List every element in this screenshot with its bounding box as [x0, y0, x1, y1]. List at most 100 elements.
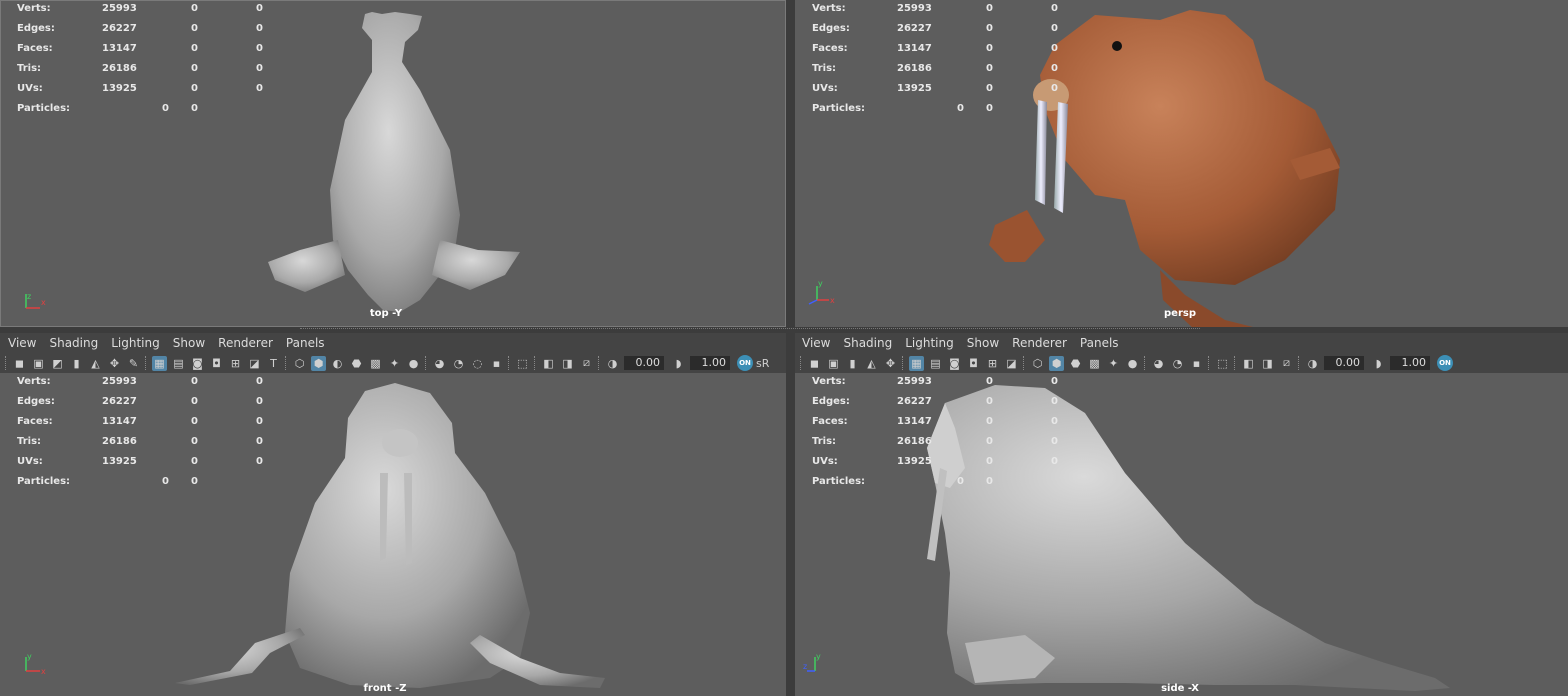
gate-mask-icon[interactable]: ◘	[209, 356, 224, 371]
image-plane-icon[interactable]: ◭	[88, 356, 103, 371]
camera-lock-icon[interactable]: ◩	[50, 356, 65, 371]
shadows-icon[interactable]: ●	[406, 356, 421, 371]
gamma-field[interactable]: 1.00	[1390, 356, 1430, 370]
default-material-icon[interactable]: ◐	[330, 356, 345, 371]
wireframe-on-shaded-icon[interactable]: ⬣	[349, 356, 364, 371]
exposure-icon[interactable]: ◑	[605, 356, 620, 371]
svg-text:y: y	[27, 652, 32, 661]
toolbar-separator	[534, 356, 537, 370]
color-space-label[interactable]: sR	[756, 357, 769, 370]
exposure-field[interactable]: 0.00	[624, 356, 664, 370]
viewport-persp[interactable]: Verts: 25993 0 0 Edges: 26227 0 0 Faces: 13147 0…	[795, 0, 1568, 327]
xray-icon[interactable]: ◧	[541, 356, 556, 371]
screen-space-ao-icon[interactable]: ◕	[432, 356, 447, 371]
camera-attributes-icon[interactable]: ▣	[826, 356, 841, 371]
camera-label: side -X	[1161, 683, 1199, 694]
gamma-field[interactable]: 1.00	[690, 356, 730, 370]
menu-panels[interactable]: Panels	[1080, 336, 1119, 350]
grid-icon[interactable]: ▦	[909, 355, 924, 371]
smooth-shade-icon[interactable]: ⬢	[1049, 355, 1064, 371]
panel-menubar: View Shading Lighting Show Renderer Pane…	[0, 333, 786, 353]
bookmark-icon[interactable]: ▮	[69, 356, 84, 371]
gamma-icon[interactable]: ◗	[1371, 356, 1386, 371]
textured-icon[interactable]: ▩	[1087, 356, 1102, 371]
isolate-select-icon[interactable]: ⬚	[515, 356, 530, 371]
depth-of-field-icon[interactable]: ▪	[489, 356, 504, 371]
shadows-icon[interactable]: ●	[1125, 356, 1140, 371]
safe-action-icon[interactable]: ◪	[247, 356, 262, 371]
menu-show[interactable]: Show	[173, 336, 205, 350]
anti-aliasing-icon[interactable]: ◌	[470, 356, 485, 371]
camera-icon[interactable]: ◼	[807, 356, 822, 371]
film-gate-icon[interactable]: ▤	[928, 356, 943, 371]
exposure-field[interactable]: 0.00	[1324, 356, 1364, 370]
camera-attributes-icon[interactable]: ▣	[31, 356, 46, 371]
xray-joints-icon[interactable]: ◨	[1260, 356, 1275, 371]
paint-icon[interactable]: ✎	[126, 356, 141, 371]
panel-divider-vertical[interactable]	[786, 0, 795, 696]
move-icon[interactable]: ✥	[883, 356, 898, 371]
menu-shading[interactable]: Shading	[843, 336, 892, 350]
toolbar-separator	[508, 356, 511, 370]
gamma-icon[interactable]: ◗	[671, 356, 686, 371]
menu-lighting[interactable]: Lighting	[111, 336, 160, 350]
viewport-top[interactable]: Verts: 25993 0 0 Edges: 26227 0 0 Faces: 13147 0…	[0, 0, 786, 327]
camera-label: top -Y	[369, 308, 403, 319]
field-chart-icon[interactable]: ⊞	[985, 356, 1000, 371]
menu-view[interactable]: View	[802, 336, 830, 350]
menu-view[interactable]: View	[8, 336, 36, 350]
wireframe-icon[interactable]: ⬡	[1030, 356, 1045, 371]
poly-count-hud: Verts: 25993 0 0 Edges: 26227 0 0 Faces: 13147 0…	[17, 376, 263, 487]
image-plane-icon[interactable]: ◭	[864, 356, 879, 371]
svg-text:y: y	[818, 280, 823, 288]
resolution-gate-icon[interactable]: ◙	[947, 356, 962, 371]
motion-blur-icon[interactable]: ◔	[1170, 356, 1185, 371]
film-gate-icon[interactable]: ▤	[171, 356, 186, 371]
xray-icon[interactable]: ◧	[1241, 356, 1256, 371]
backface-icon[interactable]: ⧄	[1279, 356, 1294, 371]
smooth-shade-icon[interactable]: ⬢	[311, 355, 326, 371]
field-chart-icon[interactable]: ⊞	[228, 356, 243, 371]
viewport-front[interactable]: Verts: 25993 0 0 Edges: 26227 0 0 Faces: 13147 0…	[0, 373, 786, 696]
wireframe-icon[interactable]: ⬡	[292, 356, 307, 371]
panel-toolbar: ◼ ▣ ▮ ◭ ✥ ▦ ▤ ◙ ◘ ⊞ ◪ ⬡ ⬢ ⬣ ▩ ✦ ● ◕ ◔ ▪ …	[795, 353, 1568, 373]
depth-of-field-icon[interactable]: ▪	[1189, 356, 1204, 371]
backface-icon[interactable]: ⧄	[579, 356, 594, 371]
bookmark-icon[interactable]: ▮	[845, 356, 860, 371]
resize-handle[interactable]	[300, 328, 1200, 331]
isolate-select-icon[interactable]: ⬚	[1215, 356, 1230, 371]
resolution-gate-icon[interactable]: ◙	[190, 356, 205, 371]
color-management-toggle[interactable]: ON	[1437, 355, 1453, 371]
toolbar-separator	[5, 356, 8, 370]
color-management-toggle[interactable]: ON	[737, 355, 753, 371]
grid-icon[interactable]: ▦	[152, 355, 167, 371]
camera-icon[interactable]: ◼	[12, 356, 27, 371]
exposure-icon[interactable]: ◑	[1305, 356, 1320, 371]
safe-title-icon[interactable]: T	[266, 356, 281, 371]
svg-text:z: z	[27, 292, 31, 301]
menu-show[interactable]: Show	[967, 336, 999, 350]
menu-panels[interactable]: Panels	[286, 336, 325, 350]
move-icon[interactable]: ✥	[107, 356, 122, 371]
poly-count-hud: Verts: 25993 0 0 Edges: 26227 0 0 Faces: 13147 0…	[812, 3, 1058, 114]
camera-label: persp	[1164, 308, 1196, 319]
toolbar-separator	[1234, 356, 1237, 370]
lights-icon[interactable]: ✦	[387, 356, 402, 371]
lights-icon[interactable]: ✦	[1106, 356, 1121, 371]
toolbar-separator	[285, 356, 288, 370]
menu-renderer[interactable]: Renderer	[218, 336, 273, 350]
wireframe-on-shaded-icon[interactable]: ⬣	[1068, 356, 1083, 371]
menu-shading[interactable]: Shading	[49, 336, 98, 350]
gate-mask-icon[interactable]: ◘	[966, 356, 981, 371]
panel-toolbar: ◼ ▣ ◩ ▮ ◭ ✥ ✎ ▦ ▤ ◙ ◘ ⊞ ◪ T ⬡ ⬢ ◐ ⬣ ▩ ✦ …	[0, 353, 786, 373]
viewport-side[interactable]: Verts: 25993 0 0 Edges: 26227 0 0 Faces: 13147 0…	[795, 373, 1568, 696]
menu-lighting[interactable]: Lighting	[905, 336, 954, 350]
axis-gizmo: y x	[25, 652, 46, 676]
menu-renderer[interactable]: Renderer	[1012, 336, 1067, 350]
safe-action-icon[interactable]: ◪	[1004, 356, 1019, 371]
xray-joints-icon[interactable]: ◨	[560, 356, 575, 371]
textured-icon[interactable]: ▩	[368, 356, 383, 371]
motion-blur-icon[interactable]: ◔	[451, 356, 466, 371]
screen-space-ao-icon[interactable]: ◕	[1151, 356, 1166, 371]
axis-gizmo: y x	[808, 280, 835, 305]
